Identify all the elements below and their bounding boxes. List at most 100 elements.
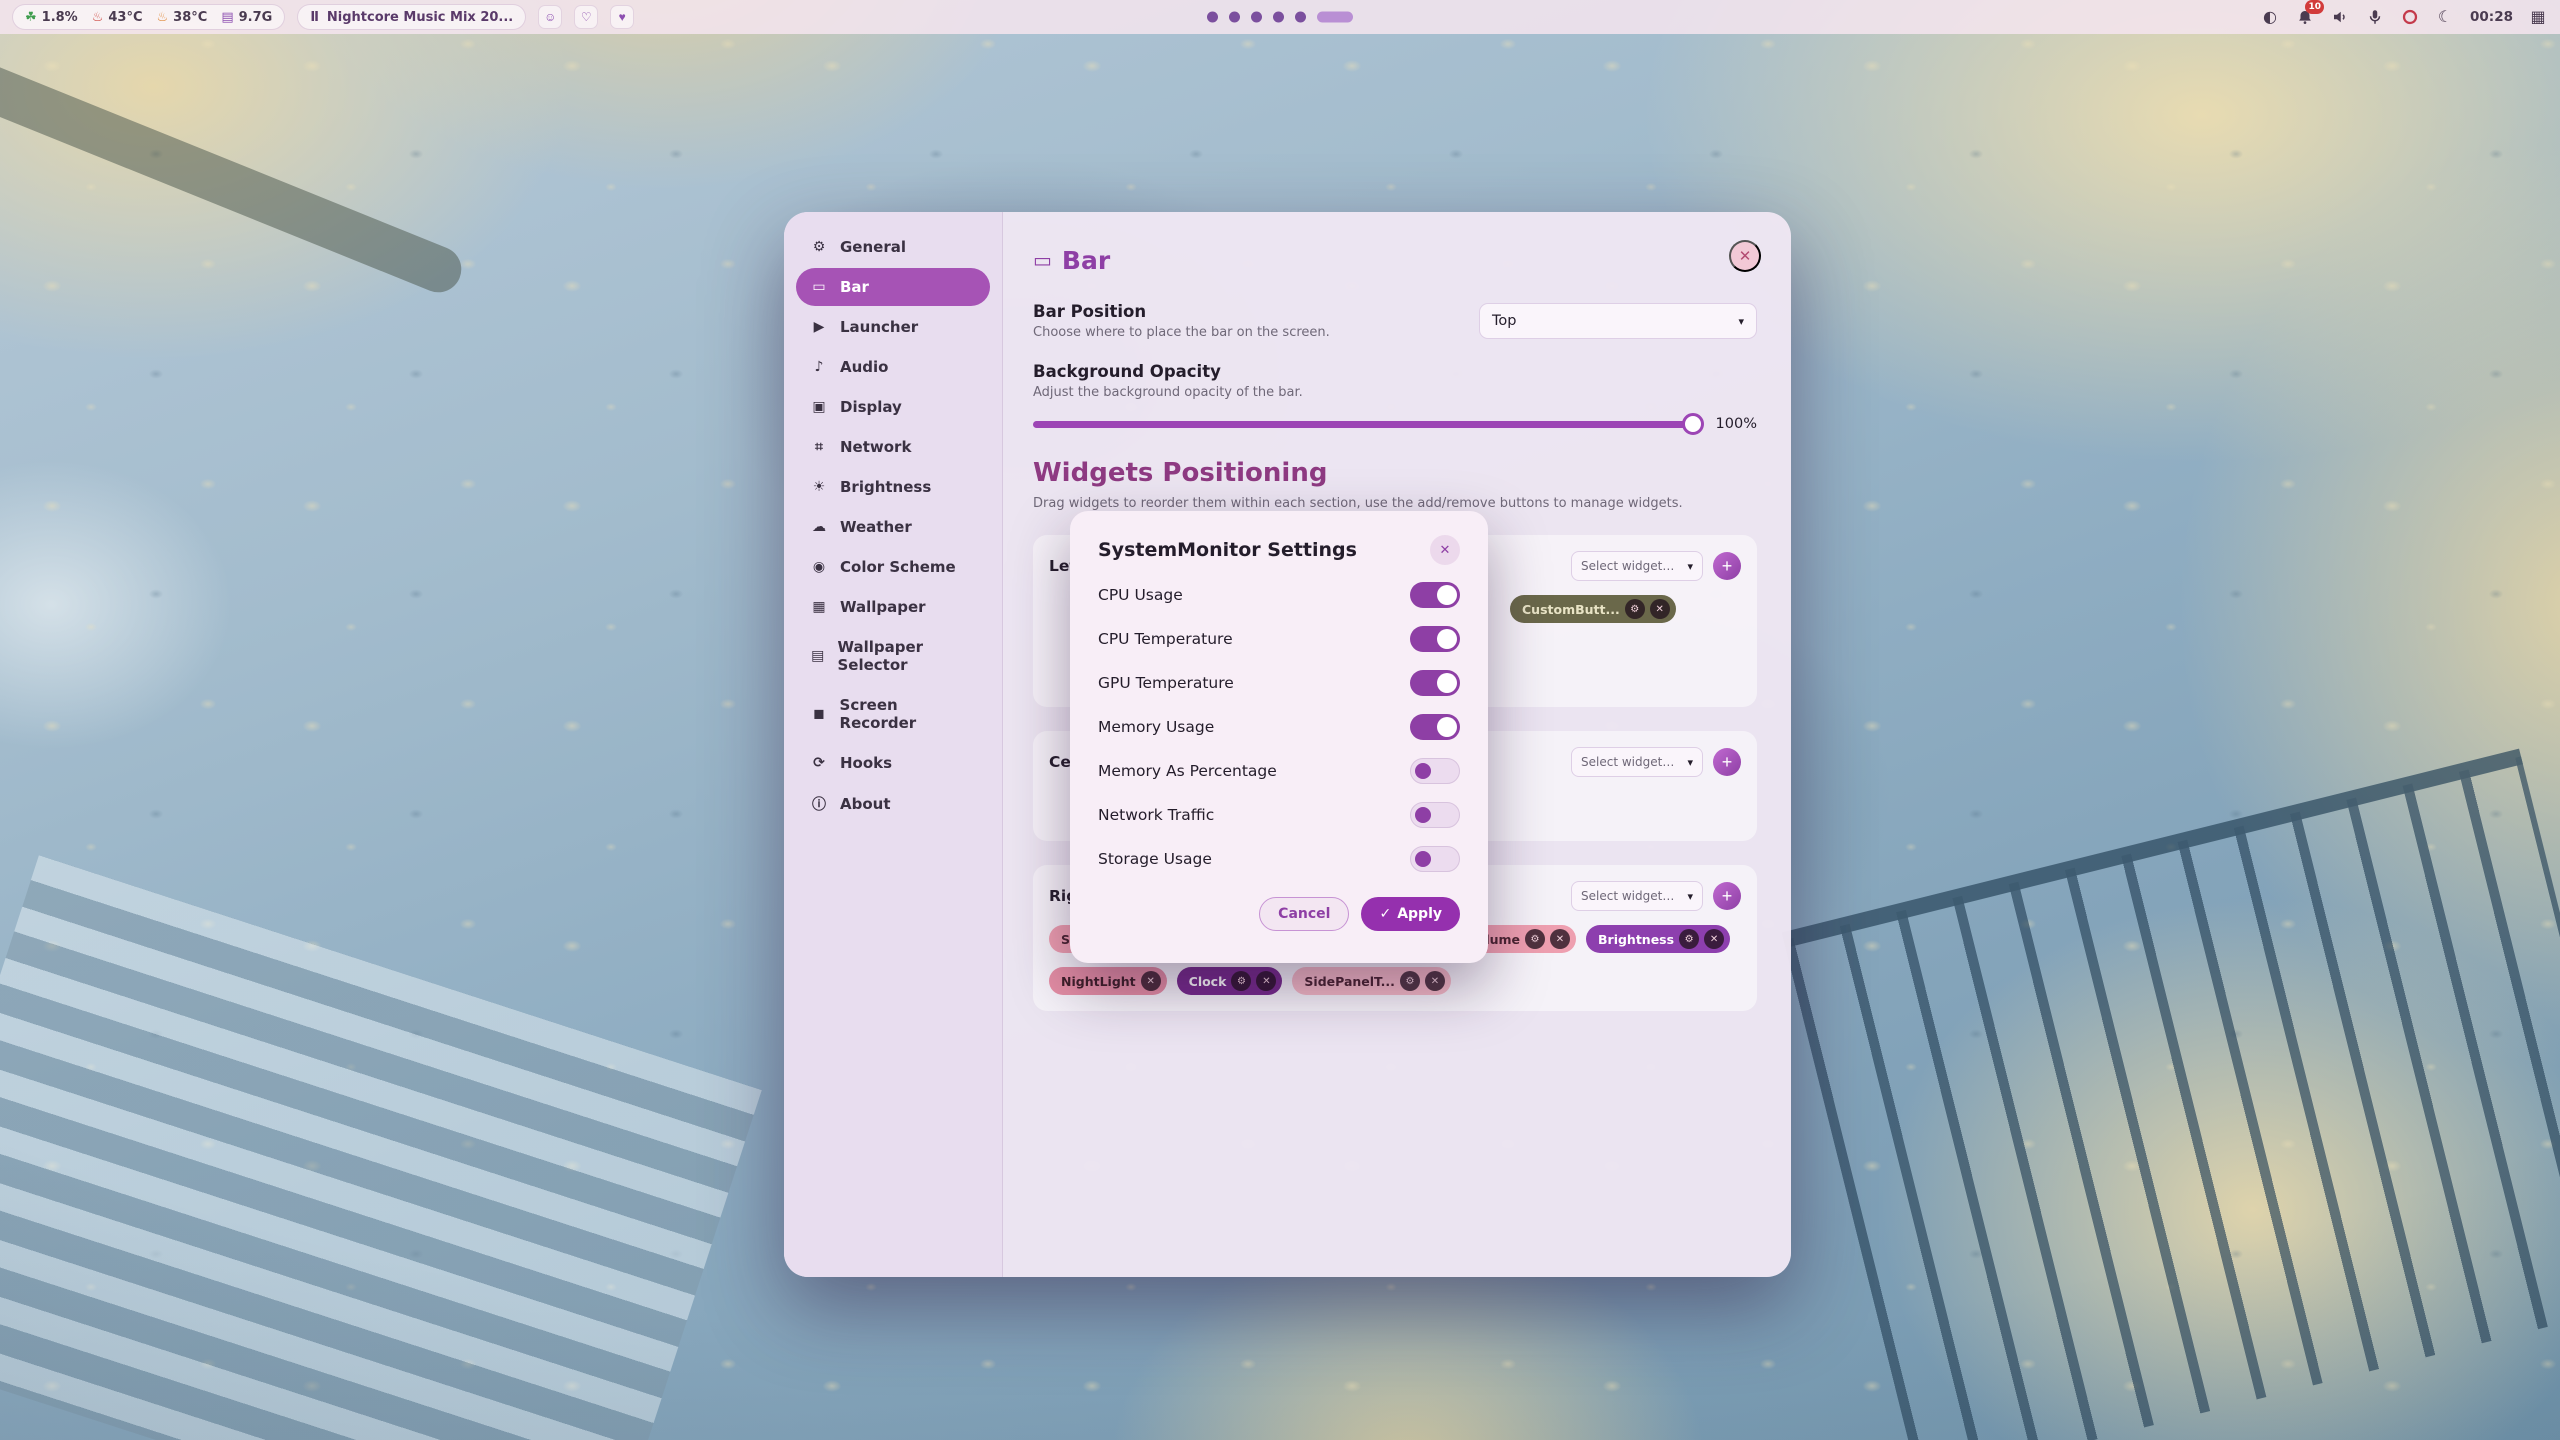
workspace-active-pill[interactable] [1317, 12, 1353, 23]
chip-settings-button[interactable]: ⚙ [1400, 971, 1420, 991]
emoji-button[interactable]: ☺ [538, 5, 562, 29]
chip-settings-button[interactable]: ⚙ [1231, 971, 1251, 991]
chip-remove-button[interactable]: ✕ [1650, 599, 1670, 619]
sidebar-item-network[interactable]: ⌗ Network [796, 428, 990, 466]
chip-remove-button[interactable]: ✕ [1425, 971, 1445, 991]
widget-chip[interactable]: NightLight ✕ [1049, 967, 1167, 995]
clock[interactable]: 00:28 [2470, 9, 2513, 25]
workspaces[interactable] [1207, 12, 1353, 23]
cpu-usage-toggle[interactable] [1410, 582, 1460, 608]
chip-remove-button[interactable]: ✕ [1704, 929, 1724, 949]
toggle-row: CPU Usage [1098, 573, 1460, 617]
chip-settings-button[interactable]: ⚙ [1625, 599, 1645, 619]
sidebar-item-label: General [840, 238, 906, 256]
notifications-button[interactable]: 10 [2295, 7, 2315, 27]
memory-stat: ▤ 9.7G [221, 10, 272, 25]
workspace-dot[interactable] [1229, 12, 1240, 23]
favorite-button[interactable]: ♥ [610, 5, 634, 29]
sidebar-item-label: Brightness [840, 478, 931, 496]
sidebar-item-label: Screen Recorder [840, 696, 976, 732]
modal-title: SystemMonitor Settings [1098, 539, 1357, 561]
right-add-widget-button[interactable]: + [1713, 882, 1741, 910]
modal-close-button[interactable]: ✕ [1430, 535, 1460, 565]
right-section-controls: Select widget to add... ▾ + [1571, 881, 1741, 911]
toggle-row: CPU Temperature [1098, 617, 1460, 661]
media-widget[interactable]: Ⅱ Nightcore Music Mix 20... [297, 4, 526, 30]
cpu-temp-value: 43°C [108, 10, 142, 25]
workspace-dot[interactable] [1251, 12, 1262, 23]
color-picker-icon[interactable]: ◐ [2260, 7, 2280, 27]
recorder-icon: ◼ [810, 706, 828, 722]
sidebar-item-weather[interactable]: ☁ Weather [796, 508, 990, 546]
close-icon: ✕ [1739, 247, 1752, 265]
gear-icon: ⚙ [1685, 934, 1694, 945]
apply-button[interactable]: ✓ Apply [1361, 897, 1460, 931]
toggle-row: Storage Usage [1098, 837, 1460, 881]
sidebar-item-launcher[interactable]: ▶ Launcher [796, 308, 990, 346]
gpu-temperature-icon: ♨ [157, 10, 169, 25]
bar-position-select[interactable]: Top ▾ [1479, 303, 1757, 339]
workspace-dot[interactable] [1207, 12, 1218, 23]
pause-icon[interactable]: Ⅱ [310, 10, 319, 25]
sidebar-item-color-scheme[interactable]: ◉ Color Scheme [796, 548, 990, 586]
microphone-button[interactable] [2365, 7, 2385, 27]
storage-usage-toggle[interactable] [1410, 846, 1460, 872]
left-add-widget-select[interactable]: Select widget to add... ▾ [1571, 551, 1703, 581]
right-add-widget-select[interactable]: Select widget to add... ▾ [1571, 881, 1703, 911]
background-opacity-slider-row: 100% [1033, 416, 1757, 432]
left-add-widget-button[interactable]: + [1713, 552, 1741, 580]
info-icon: ⓘ [810, 794, 828, 814]
cancel-button[interactable]: Cancel [1259, 897, 1349, 931]
center-add-widget-button[interactable]: + [1713, 748, 1741, 776]
memory-as-percentage-toggle[interactable] [1410, 758, 1460, 784]
toggle-label: Memory Usage [1098, 718, 1214, 736]
network-traffic-toggle[interactable] [1410, 802, 1460, 828]
chip-remove-button[interactable]: ✕ [1141, 971, 1161, 991]
chip-label: Clock [1189, 974, 1227, 989]
sidebar-item-brightness[interactable]: ☀ Brightness [796, 468, 990, 506]
palette-icon: ◉ [810, 559, 828, 575]
microphone-icon [2366, 8, 2384, 26]
chip-settings-button[interactable]: ⚙ [1525, 929, 1545, 949]
chip-remove-button[interactable]: ✕ [1550, 929, 1570, 949]
gpu-temperature-toggle[interactable] [1410, 670, 1460, 696]
sidebar-item-about[interactable]: ⓘ About [796, 784, 990, 824]
chip-settings-button[interactable]: ⚙ [1679, 929, 1699, 949]
widget-chip[interactable]: Brightness ⚙ ✕ [1586, 925, 1730, 953]
weather-icon: ☁ [810, 519, 828, 535]
left-add-widget-placeholder: Select widget to add... [1581, 559, 1677, 573]
workspace-dot[interactable] [1295, 12, 1306, 23]
toggle-label: GPU Temperature [1098, 674, 1234, 692]
opacity-slider-knob[interactable] [1682, 413, 1704, 435]
workspace-dot[interactable] [1273, 12, 1284, 23]
sidebar-item-wallpaper[interactable]: ▦ Wallpaper [796, 588, 990, 626]
sidebar-item-audio[interactable]: ♪ Audio [796, 348, 990, 386]
widget-chip[interactable]: SidePanelT... ⚙ ✕ [1292, 967, 1451, 995]
widget-chip[interactable]: CustomButt... ⚙ ✕ [1510, 595, 1676, 623]
widget-chip[interactable]: Clock ⚙ ✕ [1177, 967, 1283, 995]
cpu-temperature-toggle[interactable] [1410, 626, 1460, 652]
chip-remove-button[interactable]: ✕ [1256, 971, 1276, 991]
gear-icon: ⚙ [1531, 934, 1540, 945]
sidebar-item-bar[interactable]: ▭ Bar [796, 268, 990, 306]
night-mode-icon[interactable]: ☾ [2435, 7, 2455, 27]
sidebar-item-display[interactable]: ▣ Display [796, 388, 990, 426]
memory-icon: ▤ [221, 10, 233, 25]
bar-icon: ▭ [810, 279, 828, 295]
like-button[interactable]: ♡ [574, 5, 598, 29]
sidebar-item-hooks[interactable]: ⟳ Hooks [796, 744, 990, 782]
opacity-slider[interactable] [1033, 421, 1693, 428]
sidebar-item-screen-recorder[interactable]: ◼ Screen Recorder [796, 686, 990, 742]
center-add-widget-select[interactable]: Select widget to add... ▾ [1571, 747, 1703, 777]
volume-button[interactable] [2330, 7, 2350, 27]
window-close-button[interactable]: ✕ [1729, 240, 1761, 272]
sidebar-item-general[interactable]: ⚙ General [796, 228, 990, 266]
memory-usage-toggle[interactable] [1410, 714, 1460, 740]
close-icon: ✕ [1710, 934, 1718, 945]
notification-badge: 10 [2305, 0, 2324, 14]
app-grid-icon[interactable]: ▦ [2528, 7, 2548, 27]
system-stats-widget[interactable]: ☘ 1.8% ♨ 43°C ♨ 38°C ▤ 9.7G [12, 4, 285, 30]
top-bar-right: ◐ 10 ☾ 00:28 ▦ [2260, 7, 2548, 27]
sidebar-item-wallpaper-selector[interactable]: ▤ Wallpaper Selector [796, 628, 990, 684]
screen-record-button[interactable] [2400, 7, 2420, 27]
